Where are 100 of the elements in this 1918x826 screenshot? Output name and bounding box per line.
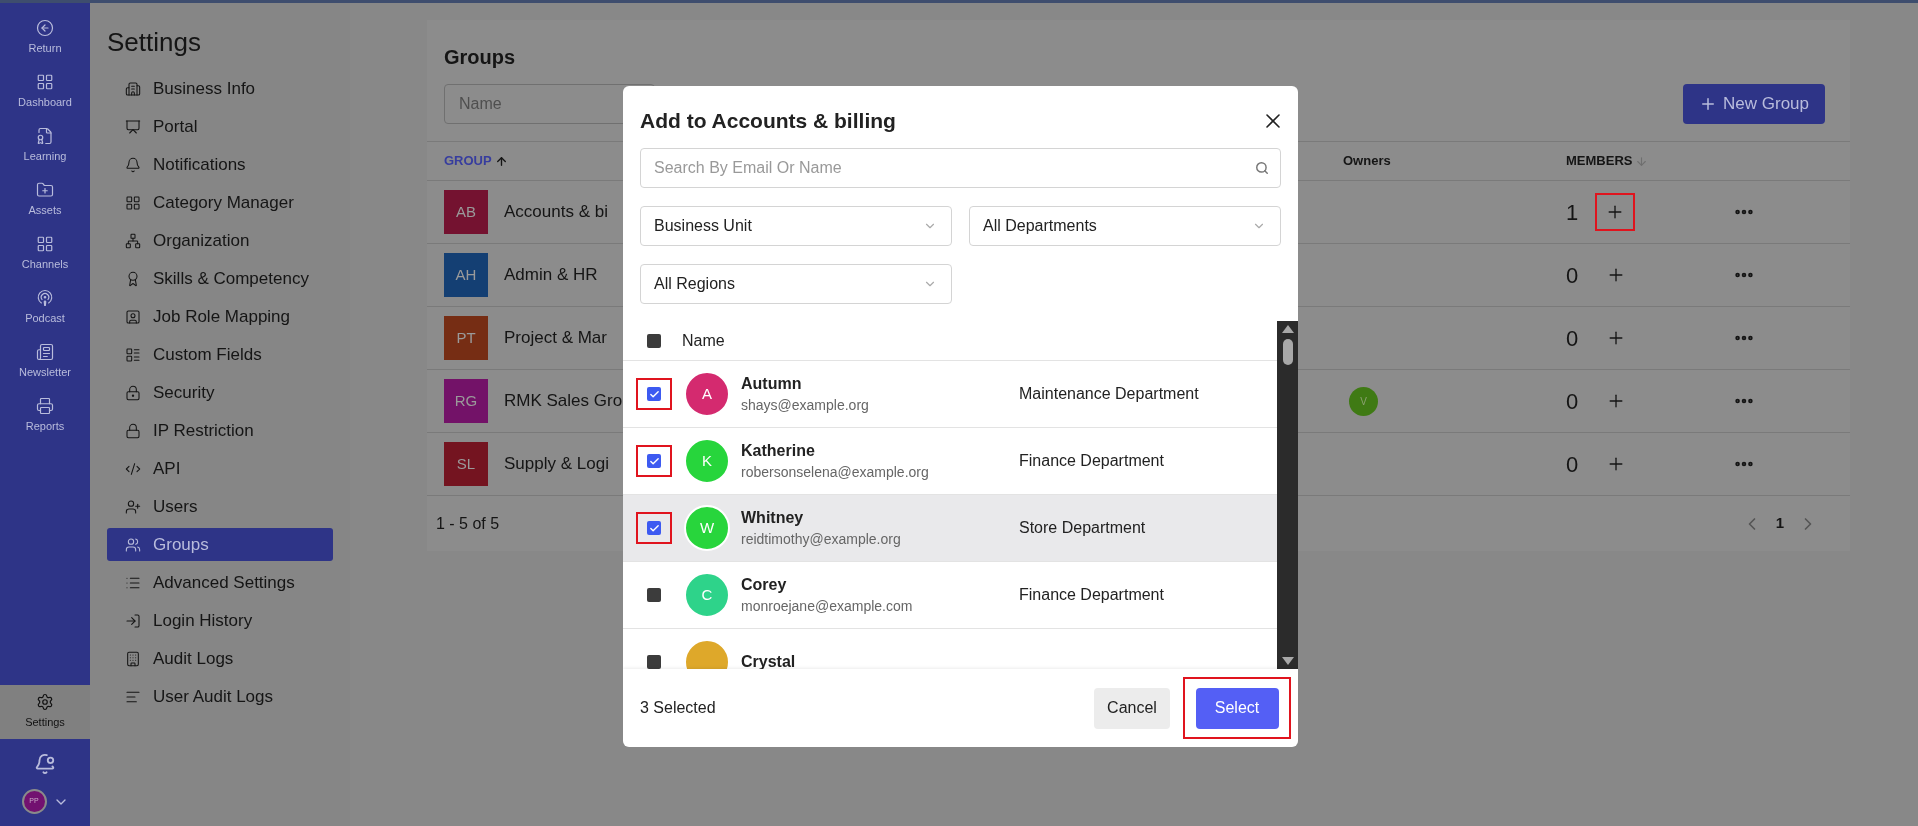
checkbox[interactable] [647, 333, 661, 348]
member-department: Finance Department [1019, 585, 1164, 605]
member-email: reidtimothy@example.org [741, 530, 902, 549]
checkbox[interactable] [647, 588, 661, 602]
nav-item[interactable]: Channels [0, 227, 90, 281]
nav-item[interactable]: Podcast [0, 281, 90, 335]
page-title: Groups [444, 45, 517, 70]
member-count: 0 [1566, 261, 1580, 290]
cancel-button[interactable]: Cancel [1094, 687, 1170, 729]
login-icon [125, 612, 141, 629]
sidebar-item[interactable]: Skills & Competency [107, 262, 333, 295]
group-name[interactable]: Project & Mar [504, 325, 607, 351]
scrollbar[interactable] [1277, 321, 1298, 669]
sidebar-item[interactable]: Business Info [107, 72, 333, 105]
group-name[interactable]: Accounts & bi [504, 199, 608, 225]
scroll-down-icon[interactable] [1281, 657, 1294, 665]
nav-item[interactable]: Newsletter [0, 335, 90, 389]
member-department: Store Department [1019, 518, 1146, 538]
sidebar-item[interactable]: Custom Fields [107, 338, 333, 371]
pagination-summary: 1 - 5 of 5 [436, 513, 500, 534]
select-button[interactable]: Select [1195, 687, 1279, 729]
id-card-icon [125, 308, 141, 325]
selected-count: 3 Selected [640, 698, 716, 718]
member-name: Whitney [741, 508, 805, 528]
sidebar-item[interactable]: Portal [107, 110, 333, 143]
scroll-up-icon[interactable] [1281, 325, 1294, 333]
member-avatar: K [684, 438, 730, 484]
sidebar-item[interactable]: User Audit Logs [107, 680, 333, 713]
user-plus-icon [125, 498, 141, 515]
member-name: Katherine [741, 441, 816, 461]
group-avatar: PT [444, 316, 488, 360]
building-icon [125, 650, 141, 667]
member-count: 0 [1566, 324, 1580, 353]
list-icon [125, 346, 141, 363]
sidebar-item[interactable]: IP Restriction [107, 414, 333, 447]
sidebar-item[interactable]: Advanced Settings [107, 566, 333, 599]
group-avatar: SL [444, 442, 488, 486]
group-avatar: AB [444, 190, 488, 234]
new-group-button[interactable]: New Group [1683, 84, 1825, 124]
member-count: 1 [1566, 198, 1580, 227]
grid-icon [36, 73, 54, 92]
nav-item[interactable]: Learning [0, 119, 90, 173]
nav-item[interactable]: Dashboard [0, 65, 90, 119]
podcast-icon [36, 289, 54, 308]
sidebar-item[interactable]: Job Role Mapping [107, 300, 333, 333]
filter-dropdown[interactable]: All Departments [969, 206, 1281, 246]
column-header[interactable]: MEMBERS [1566, 151, 1633, 171]
filter-dropdown[interactable]: All Regions [640, 264, 952, 304]
return-icon [36, 19, 54, 38]
nav-item[interactable]: Reports [0, 389, 90, 443]
member-avatar: C [684, 572, 730, 618]
member-count: 0 [1566, 450, 1580, 479]
nav-item[interactable]: Return [0, 11, 90, 65]
settings-icon [36, 693, 54, 712]
sidebar-item[interactable]: Login History [107, 604, 333, 637]
filter-dropdown[interactable]: Business Unit [640, 206, 952, 246]
member-avatar: A [684, 371, 730, 417]
group-avatar: AH [444, 253, 488, 297]
sidebar-item[interactable]: Users [107, 490, 333, 523]
group-name[interactable]: RMK Sales Gro [504, 388, 623, 414]
member-email: robersonselena@example.org [741, 463, 930, 482]
notification-bell-icon[interactable] [34, 753, 56, 775]
sidebar-item[interactable]: Organization [107, 224, 333, 257]
certificate-icon [36, 127, 54, 146]
search-field[interactable]: Search By Email Or Name [640, 148, 1281, 188]
bell-icon [125, 156, 141, 173]
grid-icon [125, 194, 141, 211]
checkbox[interactable] [647, 454, 661, 468]
easel-icon [125, 118, 141, 135]
sort-arrow-icon[interactable] [494, 154, 508, 168]
hierarchy-icon [125, 232, 141, 249]
nav-item[interactable]: Settings [0, 685, 90, 739]
page-number[interactable]: 1 [1775, 512, 1784, 535]
plus-icon [1699, 95, 1717, 113]
lock-icon [125, 422, 141, 439]
newspaper-icon [36, 343, 54, 362]
users-icon [125, 536, 141, 553]
printer-icon [36, 397, 54, 416]
search-icon [1255, 161, 1269, 175]
group-name[interactable]: Supply & Logi [504, 451, 609, 477]
scrollbar-thumb[interactable] [1282, 339, 1293, 365]
checkbox[interactable] [647, 387, 661, 401]
nav-item[interactable]: Assets [0, 173, 90, 227]
checkbox[interactable] [647, 655, 661, 669]
award-icon [125, 270, 141, 287]
sidebar-item[interactable]: API [107, 452, 333, 485]
sidebar-title: Settings [106, 26, 202, 59]
member-count: 0 [1566, 387, 1580, 416]
member-avatar: W [684, 505, 730, 551]
sidebar-item[interactable]: Category Manager [107, 186, 333, 219]
column-header[interactable]: Owners [1343, 151, 1391, 171]
member-name: Autumn [741, 374, 803, 394]
sidebar-item[interactable]: Notifications [107, 148, 333, 181]
sidebar-item[interactable]: Security [107, 376, 333, 409]
sidebar-item[interactable]: Audit Logs [107, 642, 333, 675]
sidebar-item[interactable]: Groups [107, 528, 333, 561]
group-name[interactable]: Admin & HR [504, 262, 598, 288]
member-email: monroejane@example.com [741, 597, 914, 616]
member-row[interactable]: W Whitney reidtimothy@example.org Store Department [623, 495, 1277, 562]
checkbox[interactable] [647, 521, 661, 535]
